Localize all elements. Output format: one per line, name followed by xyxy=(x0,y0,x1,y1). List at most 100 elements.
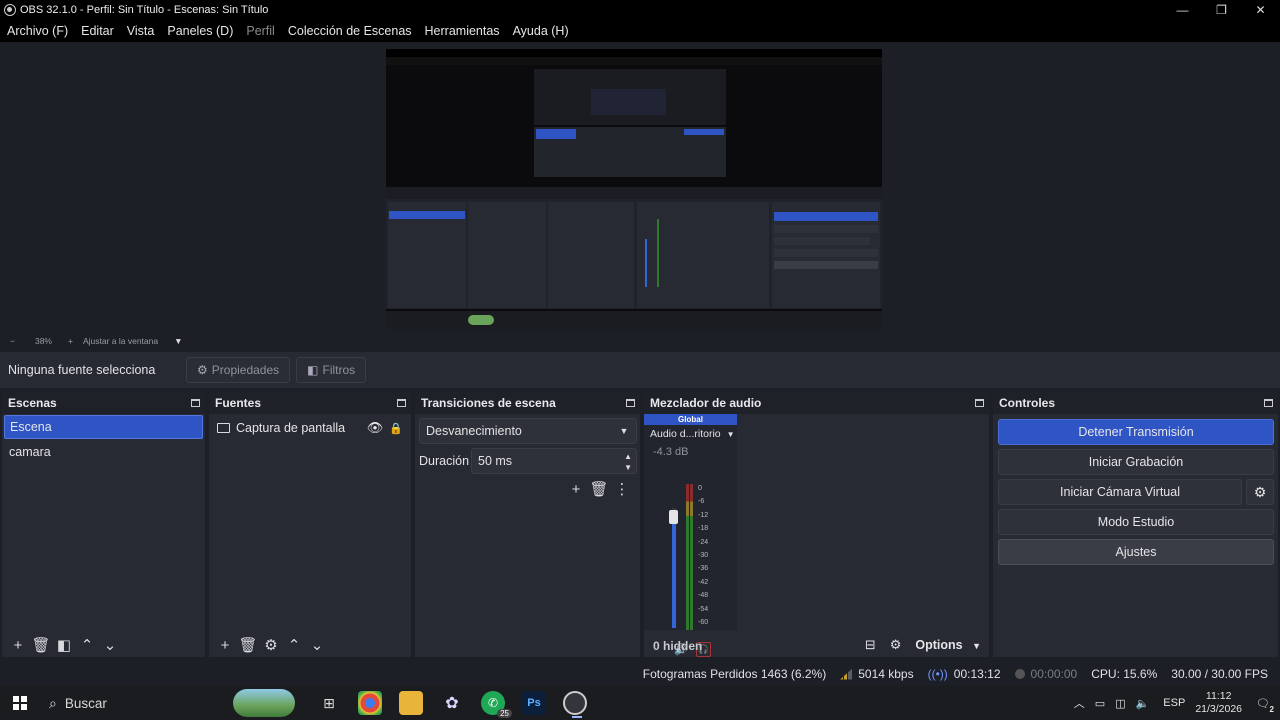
move-scene-up-button[interactable]: ⌃ xyxy=(76,634,98,656)
move-source-down-button[interactable]: ⌄ xyxy=(306,634,328,656)
windows-start-icon[interactable] xyxy=(13,696,27,710)
volume-fader-handle[interactable] xyxy=(669,510,678,524)
minimize-button[interactable]: — xyxy=(1163,0,1202,20)
scenes-header: Escenas xyxy=(2,392,205,414)
start-virtual-camera-button[interactable]: Iniciar Cámara Virtual xyxy=(998,479,1242,505)
mixer-channel-strip: Global Audio d...ritorio ▼ -4.3 dB 0 -6 … xyxy=(644,414,737,657)
obs-taskbar-icon[interactable] xyxy=(563,691,587,718)
tray-overflow-chevron-icon[interactable]: ︿ xyxy=(1074,695,1085,711)
photoshop-icon[interactable]: Ps xyxy=(522,691,546,715)
studio-mode-button[interactable]: Modo Estudio xyxy=(998,509,1274,535)
duration-field[interactable]: 50 ms ▲ ▼ xyxy=(471,448,637,474)
lock-icon[interactable]: 🔒 xyxy=(389,422,403,435)
source-name: Captura de pantalla xyxy=(236,421,346,435)
zoom-out-button[interactable]: − xyxy=(10,336,15,346)
visibility-eye-icon[interactable]: 👁 xyxy=(367,420,384,436)
fit-to-window[interactable]: Ajustar a la ventana xyxy=(83,336,158,346)
menu-paneles[interactable]: Paneles (D) xyxy=(160,24,239,38)
meter-tick: -6 xyxy=(698,498,705,506)
layout-toggle-icon[interactable]: ⊟ xyxy=(865,637,876,653)
spinner-arrows-icon[interactable]: ▲ ▼ xyxy=(624,451,632,473)
transition-menu-button[interactable]: ⋮ xyxy=(611,478,633,500)
zoom-in-button[interactable]: + xyxy=(68,336,73,346)
transition-select[interactable]: Desvanecimiento ▼ xyxy=(419,418,637,444)
clock[interactable]: 11:12 21/3/2026 xyxy=(1195,690,1242,716)
scene-item-escena[interactable]: Escena xyxy=(4,415,203,439)
filters-button[interactable]: ◧ Filtros xyxy=(296,357,367,383)
menu-archivo[interactable]: Archivo (F) xyxy=(0,24,74,38)
meter-tick: -18 xyxy=(698,525,709,533)
stream-time: 00:13:12 xyxy=(953,667,1001,681)
start-recording-button[interactable]: Iniciar Grabación xyxy=(998,449,1274,475)
stream-broadcast-icon: ((•)) xyxy=(927,667,948,681)
virtual-camera-gear-icon[interactable]: ⚙ xyxy=(1246,479,1274,505)
stream-time-item: ((•)) 00:13:12 xyxy=(928,667,1001,681)
undock-icon[interactable] xyxy=(191,399,200,407)
zoom-bar: − 38% + Ajustar a la ventana ▼ xyxy=(0,332,1280,350)
controls-title: Controles xyxy=(999,396,1056,410)
sources-footer: + 🗑 ⚙ ⌃ ⌄ xyxy=(209,633,411,657)
source-item-captura[interactable]: Captura de pantalla 👁 🔒 xyxy=(213,416,407,440)
hidden-count[interactable]: 0 hidden xyxy=(653,639,702,653)
menu-editar[interactable]: Editar xyxy=(74,24,120,38)
meter-tick: -54 xyxy=(698,605,709,613)
menu-herramientas[interactable]: Herramientas xyxy=(418,24,506,38)
source-properties-button[interactable]: ⚙ xyxy=(260,634,282,656)
undock-icon[interactable] xyxy=(626,399,635,407)
record-time-item: 00:00:00 xyxy=(1014,667,1078,681)
duration-label: Duración xyxy=(419,454,470,468)
zoom-dropdown-icon[interactable]: ▼ xyxy=(174,336,182,346)
file-explorer-icon[interactable] xyxy=(399,691,423,715)
task-view-icon[interactable]: ⊞ xyxy=(317,691,341,715)
taskbar-search[interactable]: ⌕ Buscar xyxy=(49,686,295,720)
stop-stream-button[interactable]: Detener Transmisión xyxy=(998,419,1274,445)
chevron-down-icon: ▼ xyxy=(726,429,735,439)
preview-canvas[interactable] xyxy=(386,49,882,329)
menu-perfil[interactable]: Perfil xyxy=(239,24,280,38)
menu-coleccion-escenas[interactable]: Colección de Escenas xyxy=(281,24,418,38)
chrome-icon[interactable] xyxy=(358,691,382,715)
scene-item-camara[interactable]: camara xyxy=(4,440,203,464)
record-time: 00:00:00 xyxy=(1030,667,1078,681)
properties-button[interactable]: ⚙ Propiedades xyxy=(186,357,291,383)
signal-bars-icon xyxy=(840,668,853,680)
title-bar: OBS 32.1.0 - Perfil: Sin Título - Escena… xyxy=(0,0,1280,20)
language-indicator[interactable]: ESP xyxy=(1163,697,1185,709)
network-icon[interactable]: ◫ xyxy=(1115,697,1125,710)
add-transition-button[interactable]: + xyxy=(565,478,587,500)
notifications-icon[interactable]: 🗨 2 xyxy=(1256,697,1274,714)
options-button[interactable]: Options ▼ xyxy=(915,638,981,652)
close-button[interactable]: ✕ xyxy=(1241,0,1280,20)
settings-button[interactable]: Ajustes xyxy=(998,539,1274,565)
whatsapp-icon[interactable]: ✆ 25 xyxy=(481,691,512,718)
volume-icon[interactable]: 🔈 xyxy=(1136,697,1150,710)
undock-icon[interactable] xyxy=(975,399,984,407)
meter-tick: -36 xyxy=(698,565,709,573)
menu-vista[interactable]: Vista xyxy=(120,24,161,38)
add-scene-button[interactable]: + xyxy=(7,634,29,656)
advanced-audio-gear-icon[interactable]: ⚙ xyxy=(890,637,902,653)
add-source-button[interactable]: + xyxy=(214,634,236,656)
remove-transition-button[interactable]: 🗑 xyxy=(588,478,610,500)
audio-mixer-toolbar: ⊟ ⚙ Options ▼ xyxy=(865,633,981,657)
menu-ayuda[interactable]: Ayuda (H) xyxy=(506,24,575,38)
undock-icon[interactable] xyxy=(397,399,406,407)
move-scene-down-button[interactable]: ⌄ xyxy=(99,634,121,656)
scenes-dock: Escenas Escena camara + 🗑 ◧ ⌃ ⌄ xyxy=(2,392,205,657)
move-source-up-button[interactable]: ⌃ xyxy=(283,634,305,656)
remove-source-button[interactable]: 🗑 xyxy=(237,634,259,656)
search-placeholder: Buscar xyxy=(64,695,107,711)
app-cloud-icon[interactable]: ✿ xyxy=(440,691,464,715)
battery-icon[interactable]: ▭ xyxy=(1095,697,1105,710)
remove-scene-button[interactable]: 🗑 xyxy=(30,634,52,656)
meter-tick: -60 xyxy=(698,619,709,627)
maximize-button[interactable]: ❐ xyxy=(1202,0,1241,20)
scene-filters-button[interactable]: ◧ xyxy=(53,634,75,656)
channel-name-dropdown[interactable]: Audio d...ritorio ▼ xyxy=(644,428,737,440)
scenes-footer: + 🗑 ◧ ⌃ ⌄ xyxy=(2,633,205,657)
properties-label: Propiedades xyxy=(211,363,280,377)
filters-label: Filtros xyxy=(322,363,356,377)
undock-icon[interactable] xyxy=(1264,399,1273,407)
sources-header: Fuentes xyxy=(209,392,411,414)
preview-area[interactable] xyxy=(0,42,1280,332)
